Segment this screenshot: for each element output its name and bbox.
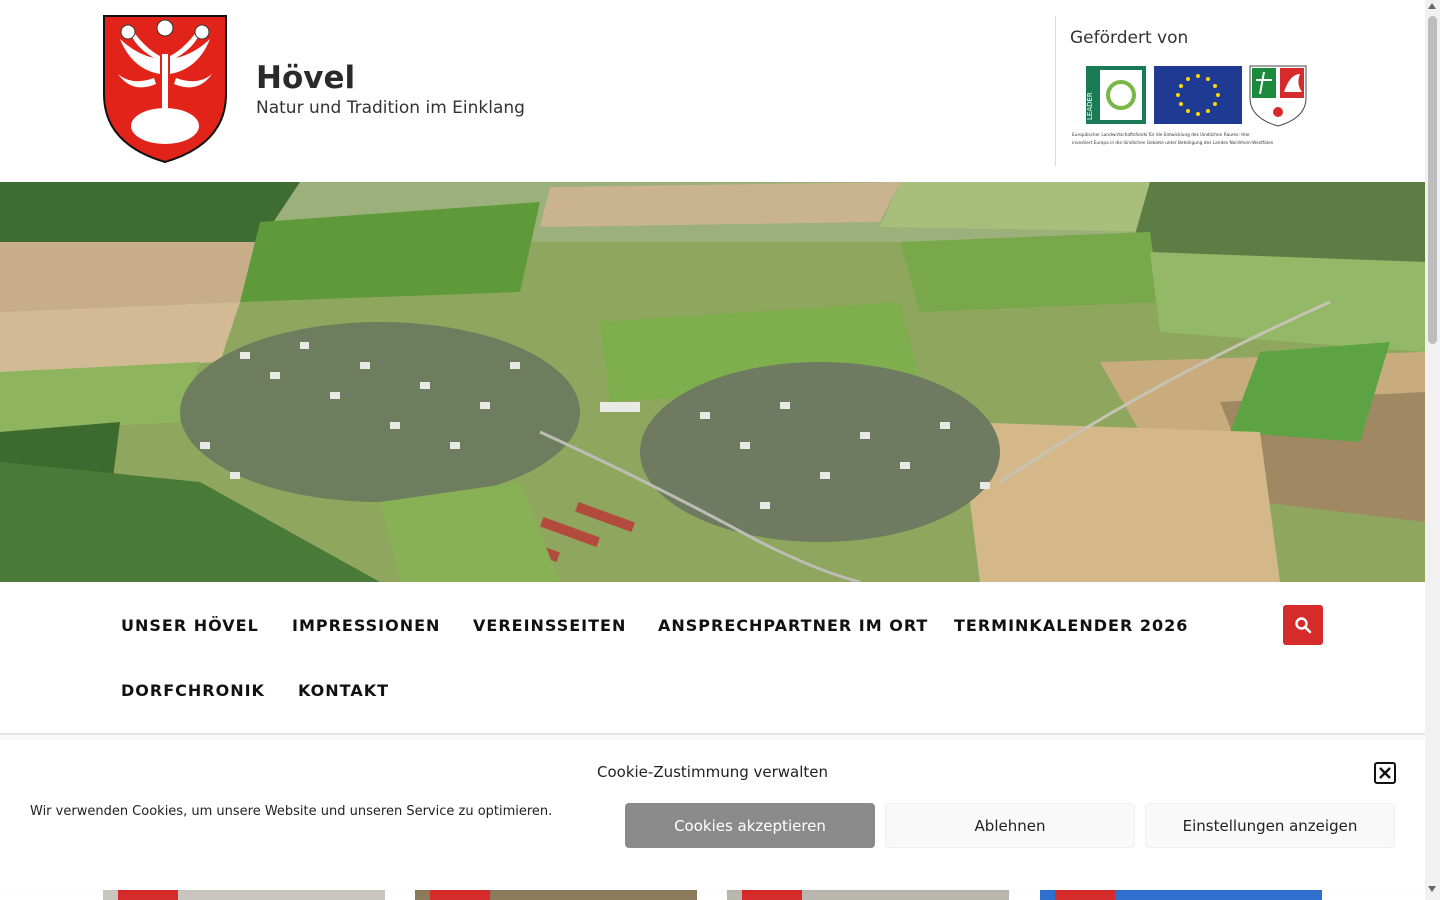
site-tagline: Natur und Tradition im Einklang: [256, 98, 525, 118]
nav-item-dorfchronik[interactable]: DORFCHRONIK: [121, 681, 265, 700]
accept-cookies-button[interactable]: Cookies akzeptieren: [625, 803, 875, 848]
post-card-tag: [1055, 890, 1115, 900]
post-card[interactable]: [727, 890, 1009, 900]
nav-item-impressionen[interactable]: IMPRESSIONEN: [292, 616, 440, 635]
svg-text:Europäischer Landwirtschaftsfo: Europäischer Landwirtschaftsfonds für di…: [1072, 132, 1250, 138]
post-card-tag: [118, 890, 178, 900]
site-header: Hövel Natur und Tradition im Einklang Ge…: [0, 0, 1425, 182]
site-title[interactable]: Hövel: [256, 60, 355, 96]
cookie-consent-banner: Cookie-Zustimmung verwalten Wir verwende…: [0, 740, 1425, 890]
nav-item-kontakt[interactable]: KONTAKT: [298, 681, 389, 700]
nav-item-terminkalender[interactable]: TERMINKALENDER 2026: [954, 616, 1188, 635]
header-divider: [1055, 16, 1056, 166]
main-navigation: UNSER HÖVEL IMPRESSIONEN VEREINSSEITEN A…: [0, 582, 1425, 735]
nav-item-ansprechpartner[interactable]: ANSPRECHPARTNER IM ORT: [658, 616, 928, 635]
nav-item-vereinsseiten[interactable]: VEREINSSEITEN: [473, 616, 626, 635]
scrollbar-thumb[interactable]: [1428, 16, 1437, 344]
post-card-tag: [430, 890, 490, 900]
scroll-down-arrow-icon[interactable]: [1428, 886, 1436, 892]
search-button[interactable]: [1283, 605, 1323, 645]
page-scrollbar[interactable]: [1425, 0, 1440, 900]
cookie-close-button[interactable]: [1374, 762, 1396, 784]
cookie-title: Cookie-Zustimmung verwalten: [597, 763, 829, 781]
post-card-tag: [742, 890, 802, 900]
cookie-settings-button[interactable]: Einstellungen anzeigen: [1145, 803, 1395, 848]
post-card[interactable]: [1040, 890, 1322, 900]
scroll-up-arrow-icon[interactable]: [1428, 3, 1436, 9]
hero-aerial-image: [0, 182, 1425, 582]
svg-text:LEADER: LEADER: [1086, 92, 1094, 120]
coat-of-arms-logo[interactable]: [102, 14, 228, 164]
nav-item-unser-hoevel[interactable]: UNSER HÖVEL: [121, 616, 259, 635]
sponsor-label: Gefördert von: [1070, 28, 1189, 48]
sponsor-logos: LEADER Europäischer Landwirtschaftsfonds…: [1072, 65, 1307, 146]
post-card[interactable]: [103, 890, 385, 900]
search-icon: [1295, 617, 1312, 634]
deny-cookies-button[interactable]: Ablehnen: [885, 803, 1135, 848]
close-icon: [1379, 767, 1391, 779]
cookie-message: Wir verwenden Cookies, um unsere Website…: [30, 804, 553, 819]
post-card[interactable]: [415, 890, 697, 900]
svg-text:investiert Europa in die ländl: investiert Europa in die ländlichen Gebi…: [1072, 140, 1274, 146]
